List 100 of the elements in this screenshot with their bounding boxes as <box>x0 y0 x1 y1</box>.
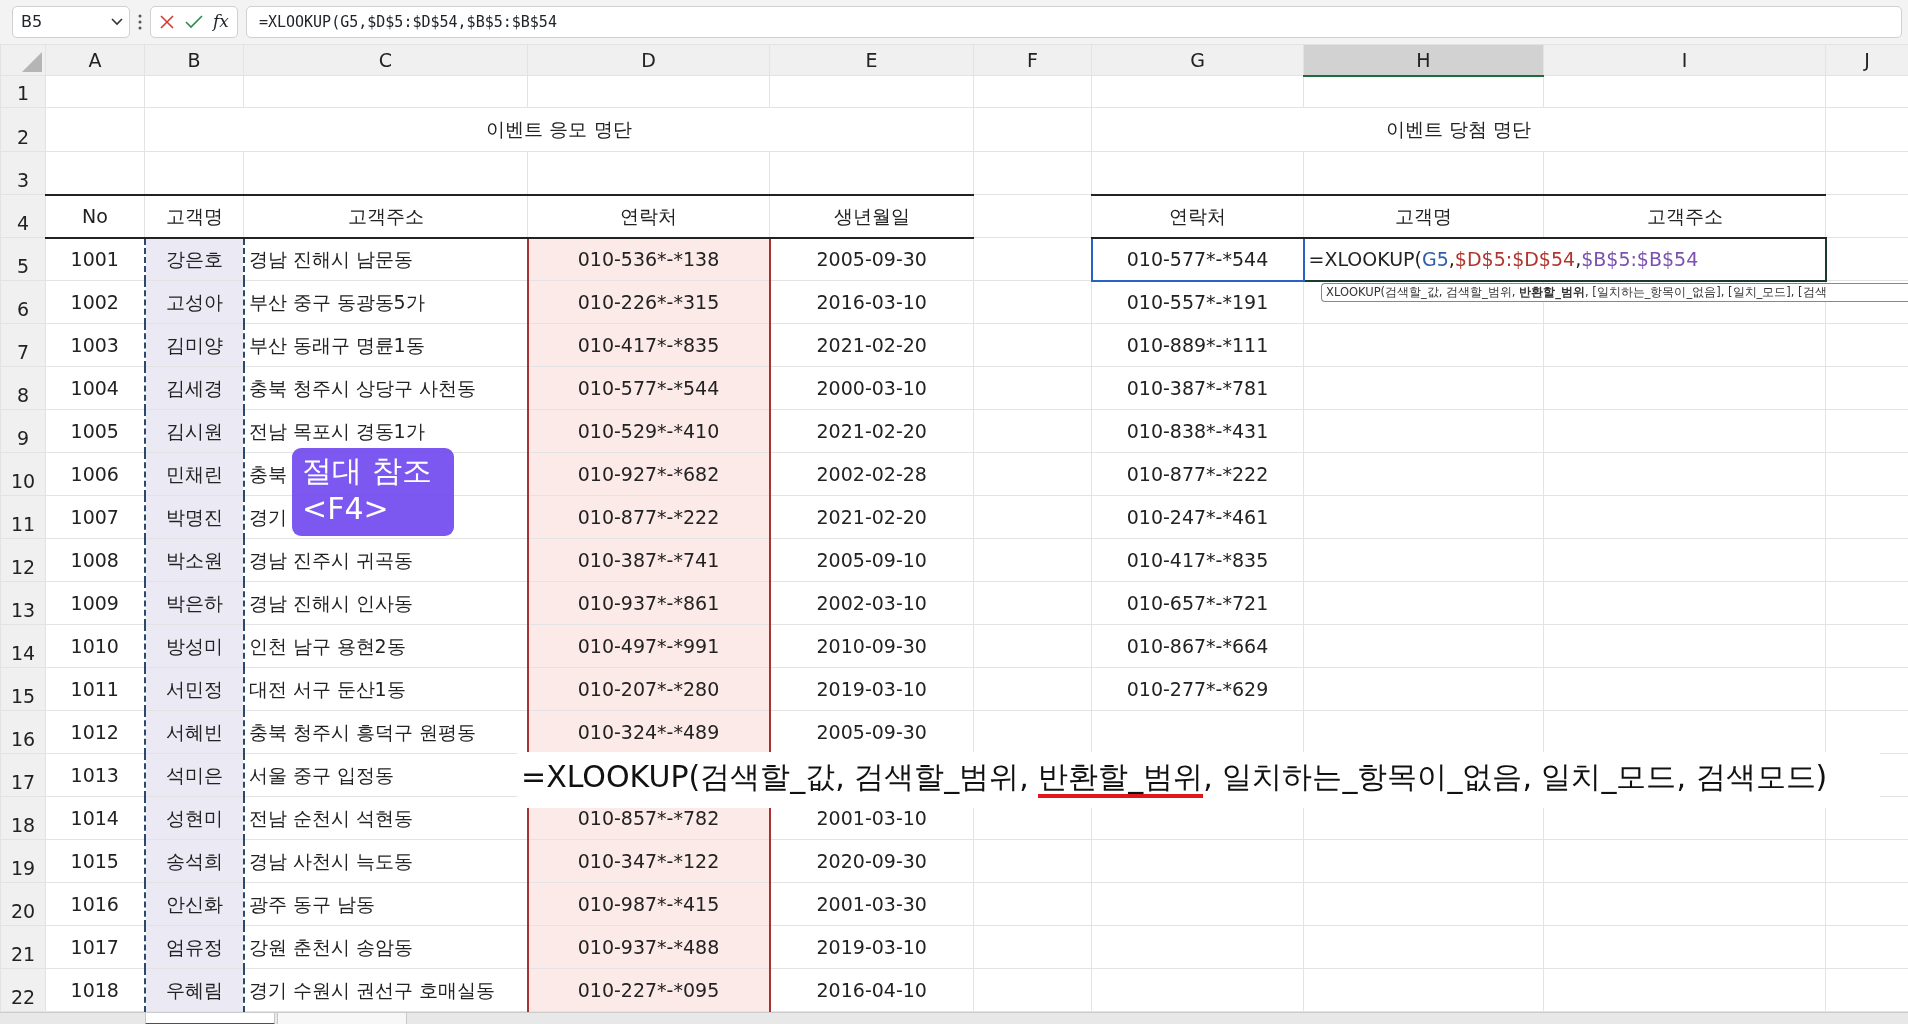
column-header[interactable]: H <box>1303 44 1544 76</box>
column-heading: 고객명 <box>144 194 244 238</box>
column-header[interactable]: C <box>243 44 528 76</box>
row-header[interactable]: 3 <box>0 151 46 195</box>
table-cell: 2005-09-30 <box>769 237 974 281</box>
table-cell: 010-277*-*629 <box>1091 667 1304 711</box>
cell-editor[interactable]: =XLOOKUP(G5,$D$5:$D$54,$B$5:$B$54 <box>1303 237 1826 281</box>
row-header[interactable]: 17 <box>0 753 46 797</box>
table-cell: 2016-03-10 <box>769 280 974 324</box>
table-cell: 2010-09-30 <box>769 624 974 668</box>
column-header[interactable]: F <box>973 44 1092 76</box>
column-header[interactable]: I <box>1543 44 1826 76</box>
insert-function-button[interactable]: fx <box>213 9 229 35</box>
row-header[interactable]: 15 <box>0 667 46 711</box>
table-cell: 2000-03-10 <box>769 366 974 410</box>
row-header[interactable]: 4 <box>0 194 46 238</box>
table-cell: 2001-03-30 <box>769 882 974 926</box>
column-heading: 연락처 <box>1091 194 1304 238</box>
table-cell: 2002-02-28 <box>769 452 974 496</box>
table-cell: 010-387*-*741 <box>527 538 770 582</box>
table-cell: 010-927*-*682 <box>527 452 770 496</box>
table-cell: 010-877*-*222 <box>1091 452 1304 496</box>
table-cell: 010-937*-*861 <box>527 581 770 625</box>
table-cell: 010-226*-*315 <box>527 280 770 324</box>
function-tooltip: XLOOKUP(검색할_값, 검색할_범위, 반환할_범위, [일치하는_항목이_없음], [일치_모드], [검색 <box>1321 283 1908 302</box>
formula-field[interactable]: =XLOOKUP(G5,$D$5:$D$54,$B$5:$B$54 <box>245 6 1902 38</box>
table-cell: 박명진 <box>144 495 244 539</box>
table-cell: 010-417*-*835 <box>527 323 770 367</box>
row-header[interactable]: 22 <box>0 968 46 1012</box>
row-header[interactable]: 21 <box>0 925 46 969</box>
column-header[interactable]: A <box>45 44 145 76</box>
table-cell: 010-247*-*461 <box>1091 495 1304 539</box>
table-cell: 김시원 <box>144 409 244 453</box>
table-cell: 010-657*-*721 <box>1091 581 1304 625</box>
table-title: 이벤트 응모 명단 <box>144 107 974 152</box>
table-cell: 010-877*-*222 <box>527 495 770 539</box>
table-cell: 010-889*-*111 <box>1091 323 1304 367</box>
more-icon[interactable] <box>138 14 142 30</box>
table-cell: 010-529*-*410 <box>527 409 770 453</box>
row-header[interactable]: 8 <box>0 366 46 410</box>
row-header[interactable]: 20 <box>0 882 46 926</box>
dropdown-icon[interactable] <box>111 18 123 26</box>
table-cell: 010-536*-*138 <box>527 237 770 281</box>
row-header[interactable]: 19 <box>0 839 46 883</box>
column-heading: 고객명 <box>1303 194 1544 238</box>
table-cell: 010-387*-*781 <box>1091 366 1304 410</box>
table-cell: 010-937*-*488 <box>527 925 770 969</box>
row-header[interactable]: 14 <box>0 624 46 668</box>
column-header[interactable]: D <box>527 44 770 76</box>
column-header[interactable]: G <box>1091 44 1304 76</box>
table-cell: 박은하 <box>144 581 244 625</box>
row-header[interactable]: 6 <box>0 280 46 324</box>
row-header[interactable]: 2 <box>0 107 46 152</box>
name-box[interactable]: B5 <box>12 6 130 38</box>
table-cell: 고성아 <box>144 280 244 324</box>
row-header[interactable]: 13 <box>0 581 46 625</box>
column-heading: 생년월일 <box>769 194 974 238</box>
table-cell: 2002-03-10 <box>769 581 974 625</box>
table-cell: 010-987*-*415 <box>527 882 770 926</box>
row-header[interactable]: 5 <box>0 237 46 281</box>
shortcut-badge: 절대 참조 <F4> <box>292 448 454 536</box>
table-cell: 010-417*-*835 <box>1091 538 1304 582</box>
table-cell: 2005-09-10 <box>769 538 974 582</box>
table-cell: 2021-02-20 <box>769 323 974 367</box>
row-header[interactable]: 1 <box>0 75 46 108</box>
row-header[interactable]: 10 <box>0 452 46 496</box>
table-cell: 010-324*-*489 <box>527 710 770 754</box>
table-cell: 2021-02-20 <box>769 409 974 453</box>
row-header[interactable]: 12 <box>0 538 46 582</box>
column-header[interactable]: E <box>769 44 974 76</box>
table-cell: 010-207*-*280 <box>527 667 770 711</box>
table-cell: 박소원 <box>144 538 244 582</box>
table-cell: 김세경 <box>144 366 244 410</box>
row-header[interactable]: 18 <box>0 796 46 840</box>
table-cell: 안신화 <box>144 882 244 926</box>
table-cell: 010-867*-*664 <box>1091 624 1304 668</box>
row-header[interactable]: 16 <box>0 710 46 754</box>
table-cell: 2016-04-10 <box>769 968 974 1012</box>
check-icon[interactable] <box>185 15 203 29</box>
table-cell: 서혜빈 <box>144 710 244 754</box>
table-cell: 송석희 <box>144 839 244 883</box>
table-cell: 우혜림 <box>144 968 244 1012</box>
table-cell: 서민정 <box>144 667 244 711</box>
table-cell: 010-838*-*431 <box>1091 409 1304 453</box>
column-header[interactable]: B <box>144 44 244 76</box>
table-title: 이벤트 당첨 명단 <box>1091 107 1826 152</box>
column-header[interactable]: J <box>1825 44 1908 76</box>
table-cell: 엄유정 <box>144 925 244 969</box>
table-cell: 민채린 <box>144 452 244 496</box>
column-heading: 연락처 <box>527 194 770 238</box>
sheet-tab[interactable] <box>145 1013 275 1024</box>
row-header[interactable]: 9 <box>0 409 46 453</box>
cancel-icon[interactable] <box>159 14 175 30</box>
table-cell: 김미양 <box>144 323 244 367</box>
table-cell: 2019-03-10 <box>769 667 974 711</box>
table-cell: 010-227*-*095 <box>527 968 770 1012</box>
row-header[interactable]: 7 <box>0 323 46 367</box>
table-cell: 2019-03-10 <box>769 925 974 969</box>
table-cell: 석미은 <box>144 753 244 797</box>
row-header[interactable]: 11 <box>0 495 46 539</box>
